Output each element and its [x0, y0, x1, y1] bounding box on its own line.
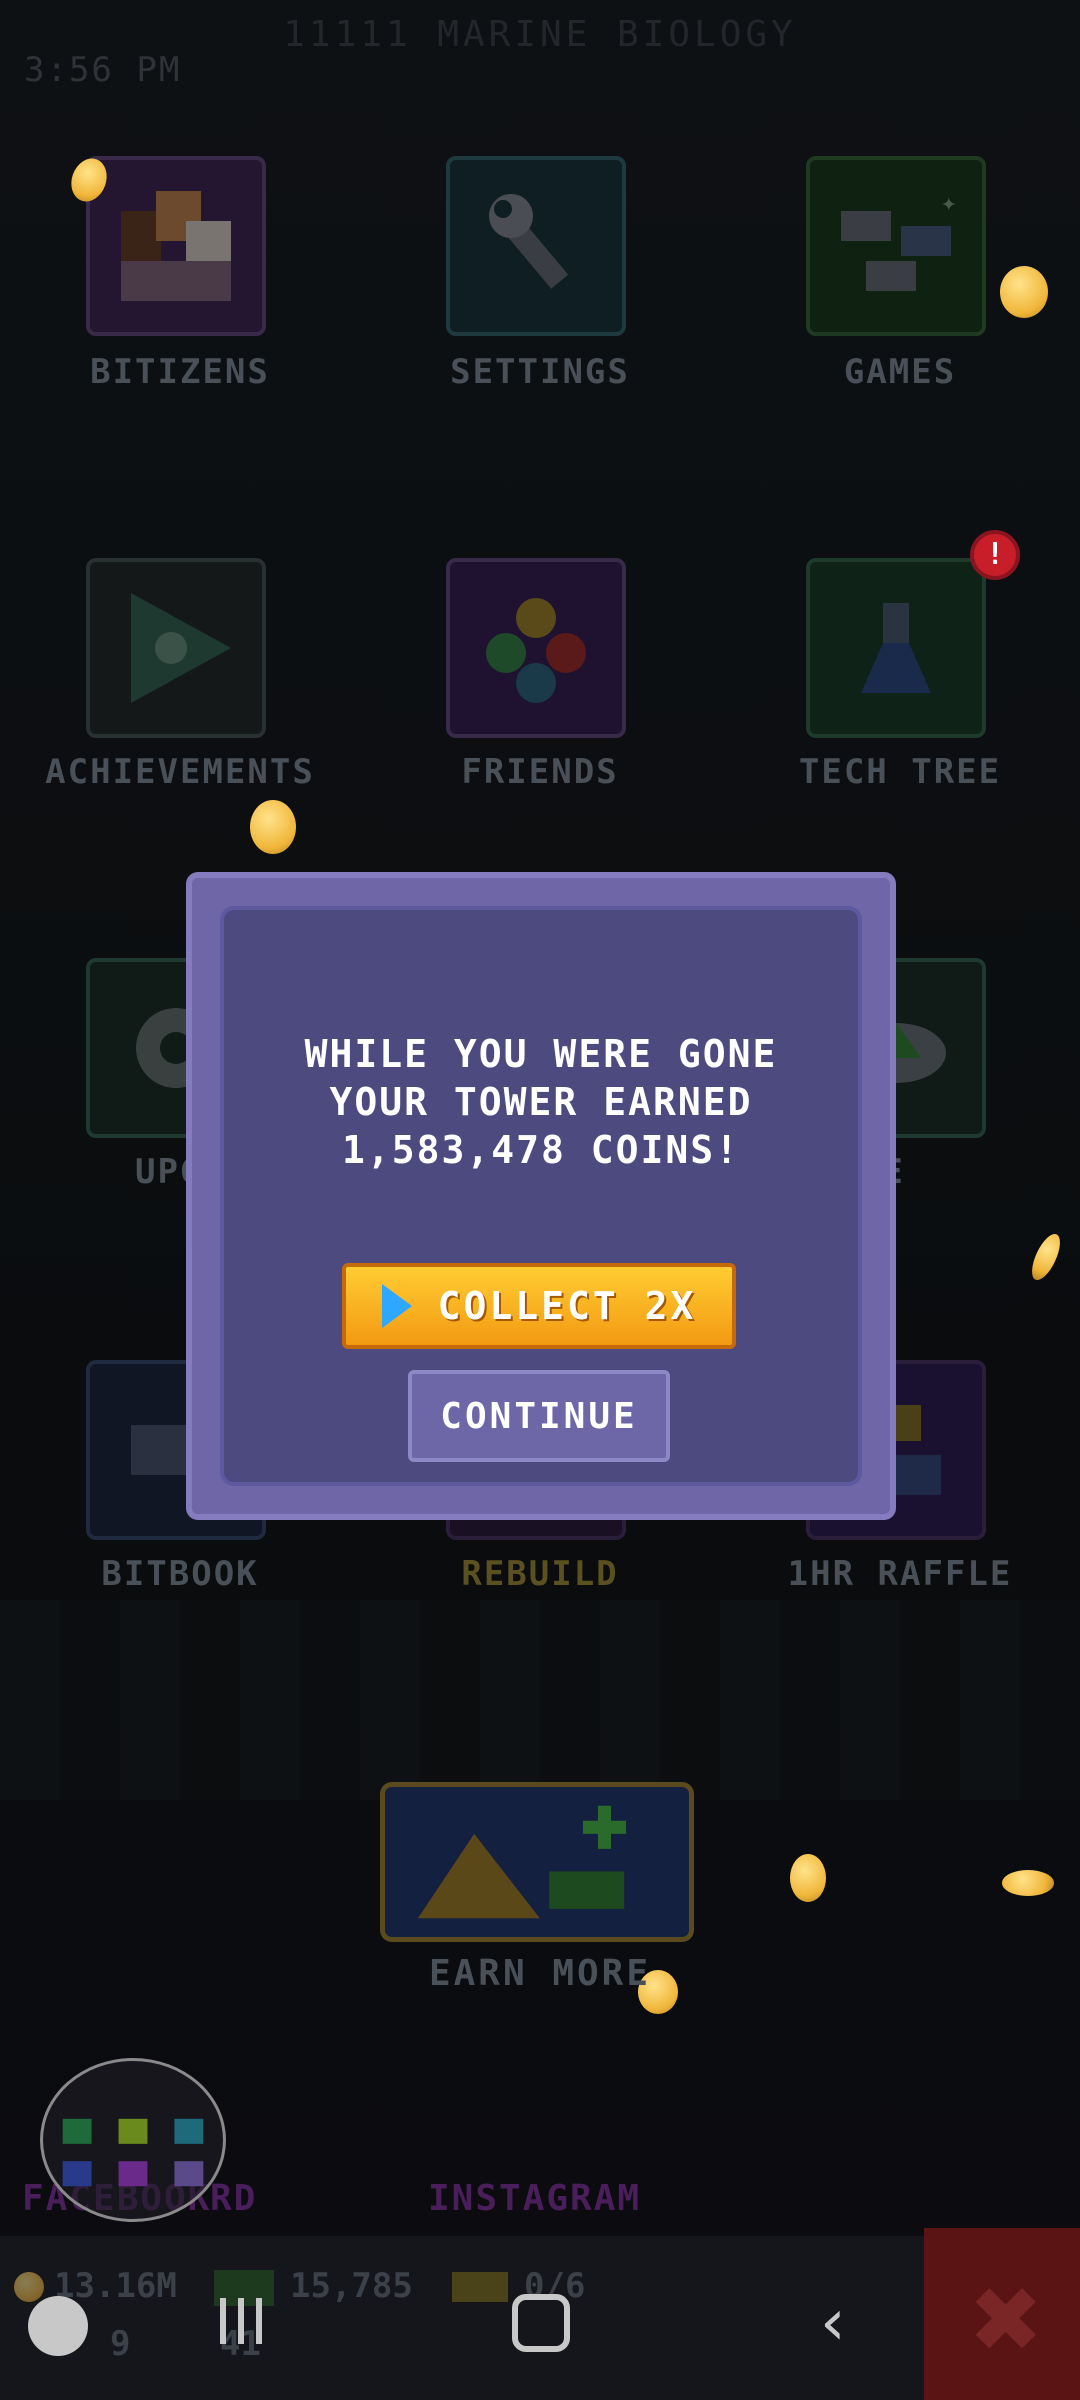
tech-tree-tile[interactable] [806, 558, 986, 738]
recent-apps-button[interactable] [216, 2294, 268, 2348]
close-icon: ✖ [968, 2268, 1044, 2373]
play-video-icon [381, 1284, 412, 1328]
bitizens-label: BITIZENS [90, 352, 270, 392]
ticket-icon [452, 2272, 508, 2302]
tower-floors-backdrop [0, 1600, 1080, 1800]
bitizens-icon [121, 191, 231, 301]
achievements-label: ACHIEVEMENTS [45, 752, 315, 792]
rebuild-label: REBUILD [461, 1554, 619, 1594]
floor-title: 11111 MARINE BIOLOGY [283, 14, 797, 55]
games-icon: ✦ [841, 188, 957, 291]
earn-more-label: EARN MORE [428, 1953, 652, 1994]
coin-icon [1002, 1870, 1054, 1896]
collect-2x-button[interactable]: COLLECT 2X [342, 1263, 736, 1349]
bitizens-tile[interactable] [86, 156, 266, 336]
home-button[interactable] [512, 2294, 570, 2352]
wrench-icon [489, 194, 569, 289]
earn-more-tile[interactable] [380, 1782, 694, 1942]
continue-button[interactable]: CONTINUE [408, 1370, 670, 1462]
close-button[interactable]: ✖ [924, 2228, 1080, 2400]
friends-icon [486, 598, 586, 703]
coin-icon [250, 800, 296, 854]
level-count: 9 [110, 2324, 131, 2364]
recent-apps-icon [220, 2298, 262, 2344]
app-grid-icon [62, 2118, 204, 2187]
continue-label: CONTINUE [440, 1395, 638, 1437]
tech-tree-label: TECH TREE [798, 752, 1002, 792]
coin-icon [790, 1854, 826, 1902]
games-label: GAMES [843, 352, 957, 392]
bitbook-label: BITBOOK [101, 1554, 259, 1594]
friends-tile[interactable] [446, 558, 626, 738]
status-time: 3:56 PM [24, 50, 182, 90]
games-tile[interactable]: ✦ [806, 156, 986, 336]
coin-icon [14, 2272, 44, 2302]
offline-earnings-message: WHILE YOU WERE GONE YOUR TOWER EARNED 1,… [304, 1032, 778, 1172]
game-controller-icon[interactable] [28, 2296, 88, 2356]
settings-label: SETTINGS [450, 352, 630, 392]
raffle-label: 1HR RAFFLE [787, 1554, 1013, 1594]
coin-icon [1000, 266, 1048, 318]
settings-tile[interactable] [446, 156, 626, 336]
back-button[interactable]: ‹ [820, 2286, 846, 2360]
bux-count: 15,785 [290, 2266, 413, 2306]
svg-text:✦: ✦ [941, 188, 957, 218]
instagram-link[interactable]: INSTAGRAM [428, 2178, 641, 2219]
flask-icon [861, 603, 931, 693]
coin-pile-icon [417, 1805, 627, 1919]
notification-badge: ! [970, 530, 1020, 580]
achievements-tile[interactable] [86, 558, 266, 738]
collect-2x-label: COLLECT 2X [437, 1284, 697, 1328]
floating-shortcut-button[interactable] [40, 2058, 226, 2222]
play-triangle-icon [131, 593, 231, 703]
friends-label: FRIENDS [461, 752, 619, 792]
